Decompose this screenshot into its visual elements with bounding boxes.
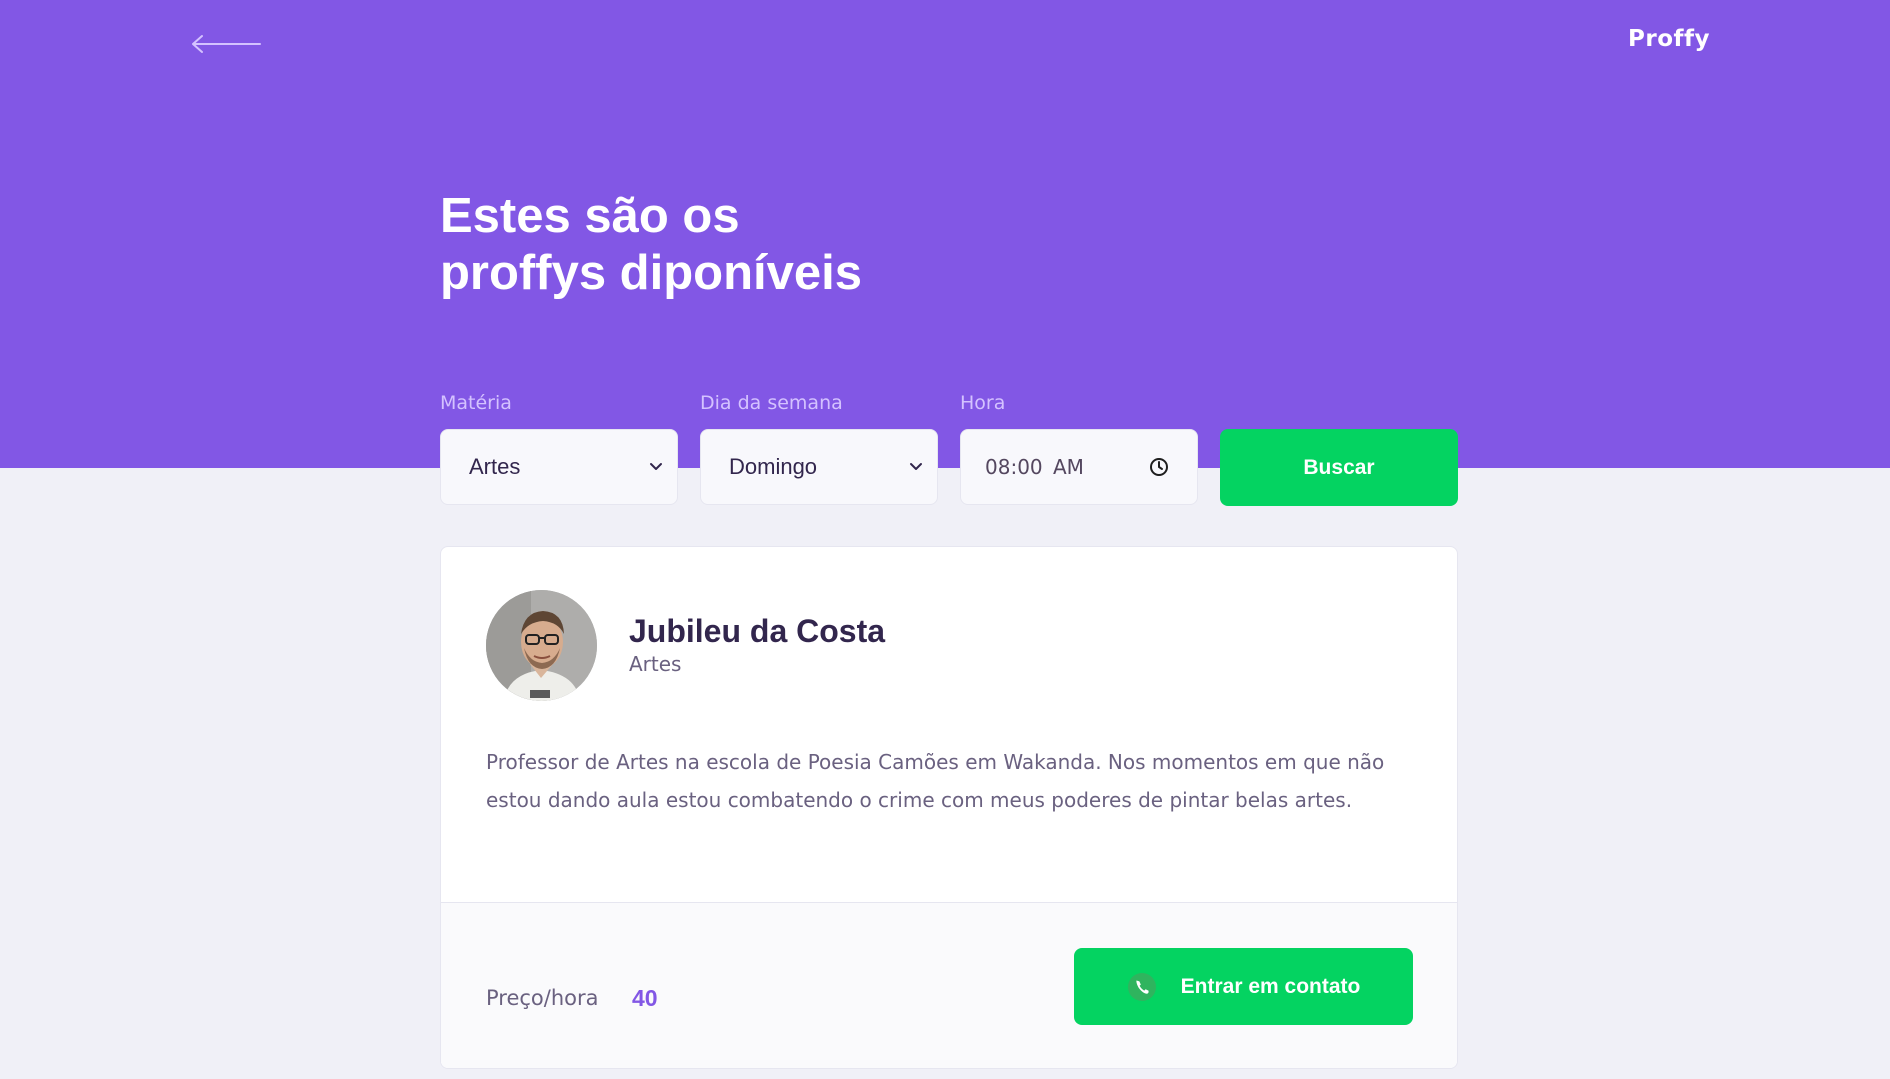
- teacher-card: Jubileu da Costa Artes Professor de Arte…: [440, 546, 1458, 1069]
- logo: Proffy: [1628, 26, 1711, 52]
- price-value: 40: [632, 985, 658, 1011]
- price-label: Preço/hora: [486, 986, 599, 1010]
- teacher-subject: Artes: [629, 652, 682, 676]
- search-button[interactable]: Buscar: [1220, 429, 1458, 506]
- whatsapp-icon: [1127, 972, 1156, 1001]
- week-day-select-value: Domingo: [729, 454, 818, 479]
- contact-button-label: Entrar em contato: [1180, 974, 1361, 998]
- chevron-down-icon: [650, 463, 662, 470]
- time-input[interactable]: 08:00 AM: [960, 429, 1198, 505]
- page-title: Estes são os proffys diponíveis: [440, 188, 960, 302]
- subject-select-value: Artes: [469, 454, 521, 479]
- page-title-line-2: proffys diponíveis: [440, 246, 863, 300]
- time-label: Hora: [960, 392, 1006, 414]
- contact-button[interactable]: Entrar em contato: [1074, 948, 1413, 1025]
- back-button[interactable]: [190, 32, 262, 56]
- avatar: [486, 590, 597, 701]
- page-title-line-1: Estes são os: [440, 189, 740, 243]
- clock-icon[interactable]: [1149, 457, 1169, 477]
- teacher-bio: Professor de Artes na escola de Poesia C…: [486, 750, 1385, 812]
- arrow-left-icon: [192, 35, 261, 53]
- week-day-label: Dia da semana: [700, 392, 843, 414]
- subject-label: Matéria: [440, 392, 512, 414]
- teacher-card-footer: Preço/hora 40 Entrar em contato: [441, 902, 1457, 1068]
- teacher-name: Jubileu da Costa: [629, 613, 886, 649]
- week-day-select[interactable]: Domingo: [700, 429, 938, 505]
- chevron-down-icon: [910, 463, 922, 470]
- page-header: Proffy Estes são os proffys diponíveis: [0, 0, 1890, 468]
- time-input-value: 08:00 AM: [985, 455, 1084, 479]
- subject-select[interactable]: Artes: [440, 429, 678, 505]
